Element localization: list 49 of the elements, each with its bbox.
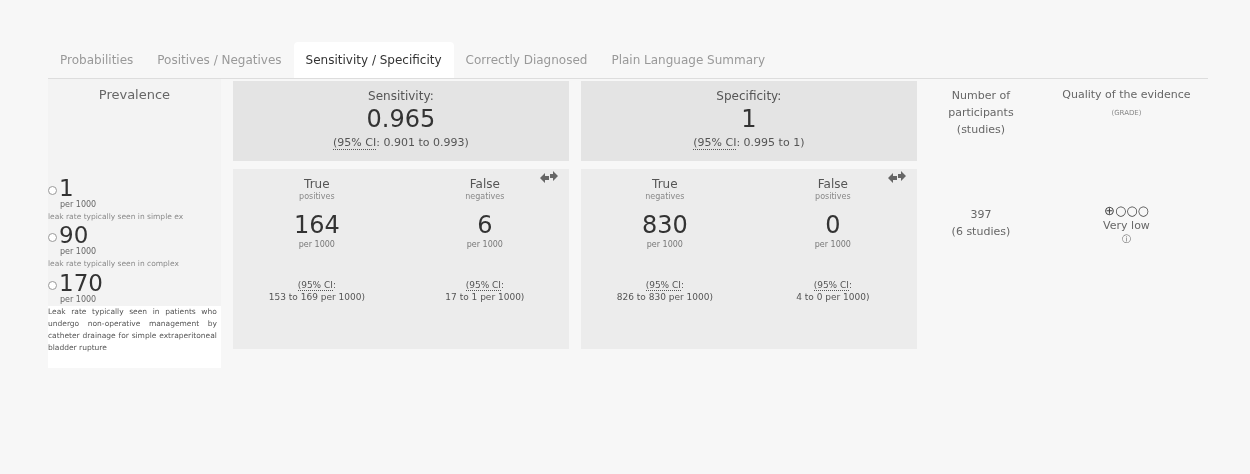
swap-arrows-icon[interactable] bbox=[886, 171, 907, 183]
prevalence-value: 170 bbox=[59, 271, 103, 294]
column-heading: Number of participants (studies) bbox=[947, 88, 1015, 138]
unit-label: per 1000 bbox=[298, 239, 335, 251]
unit-label: per 1000 bbox=[466, 239, 503, 251]
study-count: (6 studies) bbox=[951, 223, 1011, 240]
metric-value: 0.965 bbox=[366, 105, 436, 133]
unit-label: per 1000 bbox=[646, 239, 683, 251]
column-heading: Prevalence bbox=[97, 86, 172, 104]
unit-label: per 1000 bbox=[59, 293, 98, 306]
confidence-interval: (95% CI: 17 to 1 per 1000) bbox=[445, 279, 525, 303]
unit-label: per 1000 bbox=[59, 199, 98, 211]
participant-count: 397 bbox=[970, 207, 992, 223]
prevalence-value: 90 bbox=[59, 224, 89, 247]
radio-button[interactable] bbox=[48, 233, 57, 243]
tab[interactable]: Correctly Diagnosed bbox=[453, 42, 600, 78]
confidence-interval: (95% CI: 4 to 0 per 1000) bbox=[796, 279, 870, 303]
cell-title: True bbox=[652, 177, 678, 191]
cell-subtitle: positives bbox=[815, 191, 851, 203]
confidence-interval: (95% CI: 153 to 169 per 1000) bbox=[268, 279, 365, 303]
certainty-rating: Very low bbox=[1103, 217, 1150, 234]
cell-value: 0 bbox=[825, 211, 841, 239]
cell-value: 830 bbox=[641, 211, 688, 239]
confidence-interval: (95% CI: 826 to 830 per 1000) bbox=[616, 279, 713, 303]
cell-title: True bbox=[304, 177, 330, 191]
prevalence-value: 1 bbox=[59, 177, 74, 199]
cell-subtitle: positives bbox=[299, 191, 335, 203]
metric-label: Specificity: bbox=[716, 88, 782, 105]
cell-subtitle: negatives bbox=[645, 191, 685, 203]
cell-title: False bbox=[469, 177, 500, 191]
radio-button[interactable] bbox=[48, 280, 57, 290]
certainty-rating-symbols: ⊕○○○ bbox=[1104, 203, 1149, 218]
metric-label: Sensitivity: bbox=[368, 88, 434, 105]
cell-value: 164 bbox=[293, 211, 340, 239]
column-heading: Quality of the evidence bbox=[1062, 87, 1191, 103]
swap-arrows-icon[interactable] bbox=[538, 171, 559, 183]
confidence-interval: (95% CI: 0.901 to 0.993) bbox=[333, 135, 469, 152]
unit-label: per 1000 bbox=[59, 246, 98, 259]
unit-label: per 1000 bbox=[814, 239, 851, 251]
metric-value: 1 bbox=[741, 105, 757, 133]
cell-subtitle: negatives bbox=[465, 191, 505, 203]
cell-value: 6 bbox=[477, 211, 493, 239]
confidence-interval: (95% CI: 0.995 to 1) bbox=[693, 135, 805, 152]
radio-button[interactable] bbox=[48, 186, 57, 195]
tab[interactable]: Plain Language Summary bbox=[599, 42, 778, 78]
tab[interactable]: Probabilities bbox=[48, 42, 146, 78]
tab[interactable]: Positives / Negatives bbox=[145, 42, 294, 78]
cell-title: False bbox=[817, 177, 848, 191]
tab[interactable]: Sensitivity / Specificity bbox=[293, 42, 454, 78]
